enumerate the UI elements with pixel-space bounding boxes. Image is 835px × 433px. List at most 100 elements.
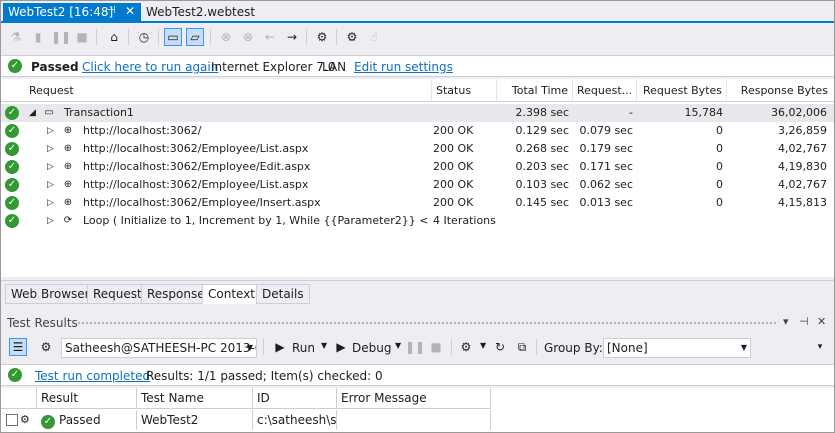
toolbar-separator bbox=[128, 29, 129, 45]
step-icon[interactable]: ▮ bbox=[29, 28, 47, 46]
folder-icon[interactable]: ▭ bbox=[164, 28, 182, 46]
column-test-name[interactable]: Test Name bbox=[137, 388, 253, 409]
pin-icon[interactable]: ⊣ bbox=[107, 5, 116, 16]
filter-icon[interactable]: ⊗ bbox=[217, 28, 235, 46]
total-time-cell: 0.268 sec bbox=[515, 142, 569, 155]
promote-icon[interactable]: ☝ bbox=[365, 28, 383, 46]
request-name-cell: http://localhost:3062/Employee/List.aspx bbox=[83, 142, 309, 155]
run-again-link[interactable]: Click here to run again bbox=[82, 60, 218, 74]
column-total-time[interactable]: Total Time bbox=[496, 79, 572, 102]
response-bytes-cell: 4,19,830 bbox=[778, 160, 827, 173]
debug-dropdown-icon[interactable]: ▼ bbox=[395, 341, 401, 350]
clear-filter-icon[interactable]: ⊗ bbox=[239, 28, 257, 46]
run-test-icon[interactable]: ⚗ bbox=[7, 28, 25, 46]
loop-row[interactable]: ✓ ▷ ⟳ Loop ( Initialize to 1, Increment by … bbox=[1, 212, 834, 230]
request-time-cell: 0.179 sec bbox=[579, 142, 633, 155]
tab-web-browser[interactable]: Web Browser bbox=[5, 284, 96, 304]
run-all-icon[interactable]: ⚙ bbox=[457, 338, 475, 356]
passed-check-icon: ✓ bbox=[8, 59, 22, 73]
debug-icon[interactable]: ▶ bbox=[332, 338, 350, 356]
stop-icon[interactable]: ■ bbox=[73, 28, 91, 46]
column-status[interactable]: Status bbox=[431, 79, 496, 102]
passed-check-icon: ✓ bbox=[5, 196, 19, 210]
tab-context[interactable]: Context bbox=[202, 284, 262, 304]
column-result[interactable]: Result bbox=[37, 388, 137, 409]
tab-webtest-run[interactable]: WebTest2 [16:48] ⊣ ✕ bbox=[3, 3, 141, 22]
test-results-title: Test Results bbox=[7, 316, 78, 330]
expand-icon[interactable]: ▷ bbox=[47, 176, 54, 194]
panel-dropdown-icon[interactable]: ▾ bbox=[783, 315, 789, 328]
run-button[interactable]: Run bbox=[292, 341, 315, 355]
column-request-time[interactable]: Request... bbox=[572, 79, 636, 102]
collapse-icon[interactable]: ◢ bbox=[29, 104, 36, 122]
column-request[interactable]: Request bbox=[25, 79, 431, 102]
panel-grip[interactable] bbox=[77, 321, 777, 326]
show-list-icon[interactable]: ☰ bbox=[9, 338, 27, 356]
response-bytes-cell bbox=[727, 212, 827, 230]
row-checkbox[interactable] bbox=[6, 414, 18, 426]
run-dropdown-icon[interactable]: ▼ bbox=[321, 341, 327, 350]
request-bytes-cell bbox=[637, 212, 723, 230]
test-run-selector[interactable]: Satheesh@SATHEESH-PC 2013-0: ▼ bbox=[61, 338, 257, 358]
add-to-test-icon[interactable]: ⚙ bbox=[313, 28, 331, 46]
request-bytes-cell: 0 bbox=[716, 178, 723, 191]
expand-icon[interactable]: ▷ bbox=[47, 212, 54, 230]
refresh-icon[interactable]: ↻ bbox=[491, 338, 509, 356]
test-run-completed-link[interactable]: Test run completed bbox=[35, 369, 150, 383]
request-time-cell: 0.079 sec bbox=[579, 124, 633, 137]
test-name-cell[interactable]: WebTest2 bbox=[137, 410, 253, 430]
request-row[interactable]: ✓ ▷ ⊕ http://localhost:3062/Employee/List.a… bbox=[1, 140, 834, 158]
column-request-bytes[interactable]: Request Bytes bbox=[636, 79, 726, 102]
toolbar-separator bbox=[536, 339, 537, 355]
select-run-icon[interactable]: ⚙ bbox=[37, 338, 55, 356]
forward-arrow-icon[interactable]: → bbox=[283, 28, 301, 46]
overflow-icon[interactable]: ▾ bbox=[811, 338, 829, 356]
panel-close-icon[interactable]: ✕ bbox=[817, 315, 826, 328]
run-icon[interactable]: ▶ bbox=[271, 338, 289, 356]
stop-run-icon[interactable]: ■ bbox=[427, 338, 445, 356]
request-row[interactable]: ✓ ▷ ⊕ http://localhost:3062/Employee/Insert… bbox=[1, 194, 834, 212]
transaction-row[interactable]: ✓ ◢ ▭ Transaction1 2.398 sec - 15,784 36,02,006 bbox=[1, 104, 834, 122]
expand-icon[interactable]: ▷ bbox=[47, 158, 54, 176]
passed-check-icon: ✓ bbox=[5, 214, 19, 228]
tab-webtest-file[interactable]: WebTest2.webtest bbox=[143, 3, 258, 22]
toolbar-separator bbox=[158, 29, 159, 45]
passed-check-icon: ✓ bbox=[5, 142, 19, 156]
request-time-cell: 0.062 sec bbox=[579, 178, 633, 191]
group-by-selector[interactable]: [None] ▼ bbox=[603, 338, 751, 358]
column-error-message[interactable]: Error Message bbox=[337, 388, 491, 409]
run-all-dropdown-icon[interactable]: ▼ bbox=[480, 341, 486, 350]
pause-run-icon[interactable]: ❚❚ bbox=[405, 338, 425, 356]
column-id[interactable]: ID bbox=[253, 388, 337, 409]
total-time-cell: 0.103 sec bbox=[515, 178, 569, 191]
column-checkbox bbox=[1, 388, 37, 409]
generate-code-icon[interactable]: ⚙ bbox=[343, 28, 361, 46]
pause-icon[interactable]: ❚❚ bbox=[51, 28, 71, 46]
expand-icon[interactable]: ▷ bbox=[47, 122, 54, 140]
debug-button[interactable]: Debug bbox=[352, 341, 391, 355]
tab-details[interactable]: Details bbox=[256, 284, 310, 304]
tab-response[interactable]: Response bbox=[141, 284, 211, 304]
tab-request[interactable]: Request bbox=[87, 284, 148, 304]
request-icon: ⊕ bbox=[63, 161, 73, 172]
back-arrow-icon[interactable]: ← bbox=[261, 28, 279, 46]
loop-icon: ⟳ bbox=[63, 215, 73, 226]
request-row[interactable]: ✓ ▷ ⊕ http://localhost:3062/Employee/Edit.a… bbox=[1, 158, 834, 176]
edit-run-settings-link[interactable]: Edit run settings bbox=[354, 60, 453, 74]
open-folder-icon[interactable]: ▱ bbox=[186, 28, 204, 46]
request-row[interactable]: ✓ ▷ ⊕ http://localhost:3062/Employee/List.a… bbox=[1, 176, 834, 194]
expand-icon[interactable]: ▷ bbox=[47, 140, 54, 158]
group-by-label: Group By: bbox=[544, 341, 603, 355]
clock-icon[interactable]: ◷ bbox=[135, 28, 153, 46]
close-tab-icon[interactable]: ✕ bbox=[125, 4, 135, 18]
expand-icon[interactable]: ▷ bbox=[47, 194, 54, 212]
total-time-cell bbox=[497, 212, 569, 230]
request-name-cell: http://localhost:3062/Employee/Insert.as… bbox=[83, 196, 321, 209]
home-icon[interactable]: ⌂ bbox=[105, 28, 123, 46]
request-icon: ⊕ bbox=[63, 179, 73, 190]
export-icon[interactable]: ⧉ bbox=[513, 338, 531, 356]
column-response-bytes[interactable]: Response Bytes bbox=[726, 79, 832, 102]
group-by-value: [None] bbox=[607, 341, 648, 355]
request-row[interactable]: ✓ ▷ ⊕ http://localhost:3062/200 OK 0.129 sec… bbox=[1, 122, 834, 140]
panel-pin-icon[interactable]: ⊣ bbox=[799, 315, 809, 328]
